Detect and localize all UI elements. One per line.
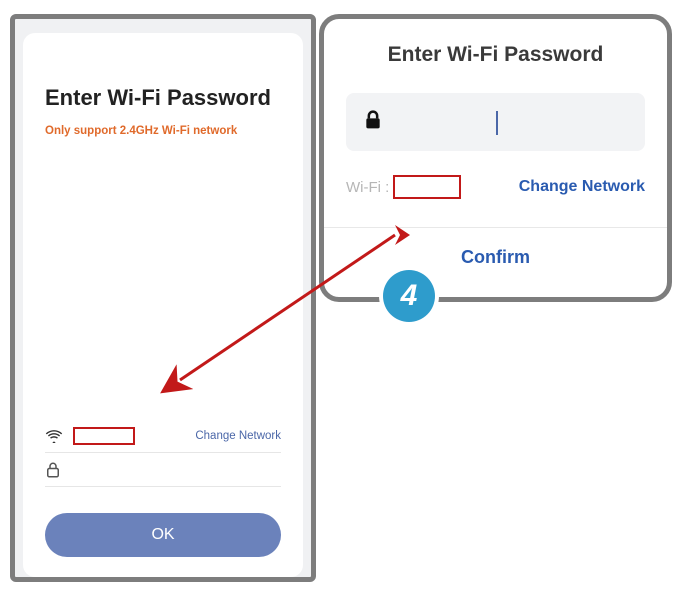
lock-icon [45,461,67,479]
wifi-network-row: Wi-Fi : Change Network [346,175,645,199]
confirm-bar: Confirm [324,227,667,287]
wifi-name-highlight-box [393,175,461,199]
confirm-button[interactable]: Confirm [461,247,530,268]
page-title: Enter Wi-Fi Password [388,43,604,67]
change-network-link[interactable]: Change Network [519,178,645,196]
wifi-icon [45,429,67,443]
screen-enter-wifi-step2: Enter Wi-Fi Password Wi-Fi : Change Netw… [319,14,672,302]
wifi-name-value [67,427,195,445]
lock-icon [364,110,382,135]
change-network-link[interactable]: Change Network [195,430,281,442]
page-title: Enter Wi-Fi Password [45,85,281,111]
dialog-card: Enter Wi-Fi Password Only support 2.4GHz… [23,33,303,577]
screen-enter-wifi-step1: Enter Wi-Fi Password Only support 2.4GHz… [10,14,316,582]
step-number-badge: 4 [383,270,435,322]
password-row[interactable] [45,453,281,487]
text-caret [496,111,498,135]
wifi-network-row: Change Network [45,419,281,453]
wifi-label: Wi-Fi : [346,179,389,196]
ok-button[interactable]: OK [45,513,281,557]
password-input[interactable] [346,93,645,151]
wifi-name-highlight-box [73,427,135,445]
support-warning-text: Only support 2.4GHz Wi-Fi network [45,125,281,137]
